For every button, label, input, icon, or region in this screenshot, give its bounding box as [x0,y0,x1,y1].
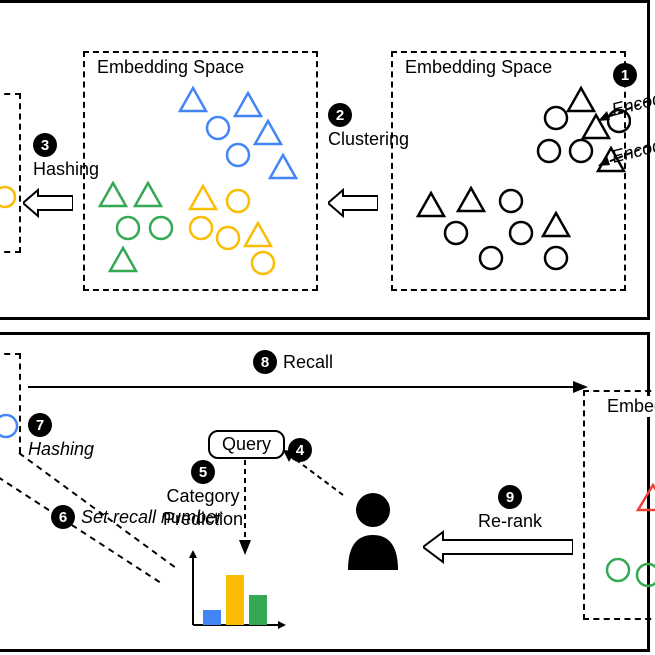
arrow-rerank [423,530,573,564]
stage-panel-top: ge e 3 Hashing Embedding Space [0,0,650,320]
category-bar-chart [178,550,288,640]
query-text: Query [222,434,271,454]
arrow-clustering [328,188,378,218]
step-7-text: Hashing [28,439,94,460]
embedding-space-result-title: Embed [605,396,655,417]
encoding-arrow-2 [593,143,653,178]
colored-cluster-shapes [93,83,308,283]
hash-item-blue [0,413,19,439]
step-9: 9 Re-rank [478,485,542,532]
step-1: 1 [613,63,637,87]
arrow-hashing [23,188,73,218]
step-2-num: 2 [328,103,352,127]
step-3-num: 3 [33,133,57,157]
stage-panel-bottom: ge e 8 Recall 7 Hashing 6 Set recall num… [0,332,650,652]
step-8-num: 8 [253,350,277,374]
recall-arrow [28,377,588,397]
hash-space-shapes [0,183,20,253]
step-7-num: 7 [28,413,52,437]
step-5-num: 5 [191,460,215,484]
step-6-num: 6 [51,505,75,529]
step-1-num: 1 [613,63,637,87]
result-shapes [593,475,655,595]
step-9-text: Re-rank [478,511,542,532]
user-icon [338,490,408,570]
step-5-text-b: Prediction [163,509,243,530]
step-5-text-a: Category [167,486,240,507]
arrow-query-chart [235,460,255,560]
embedding-space-colored-title: Embedding Space [95,57,246,78]
step-8-text: Recall [283,352,333,373]
step-9-num: 9 [498,485,522,509]
encoding-arrow-1 [593,98,653,133]
step-5: 5 Category Prediction [163,460,243,530]
step-8: 8 Recall [253,350,333,374]
embedding-space-raw-title: Embedding Space [403,57,554,78]
step-7: 7 Hashing [28,413,94,460]
